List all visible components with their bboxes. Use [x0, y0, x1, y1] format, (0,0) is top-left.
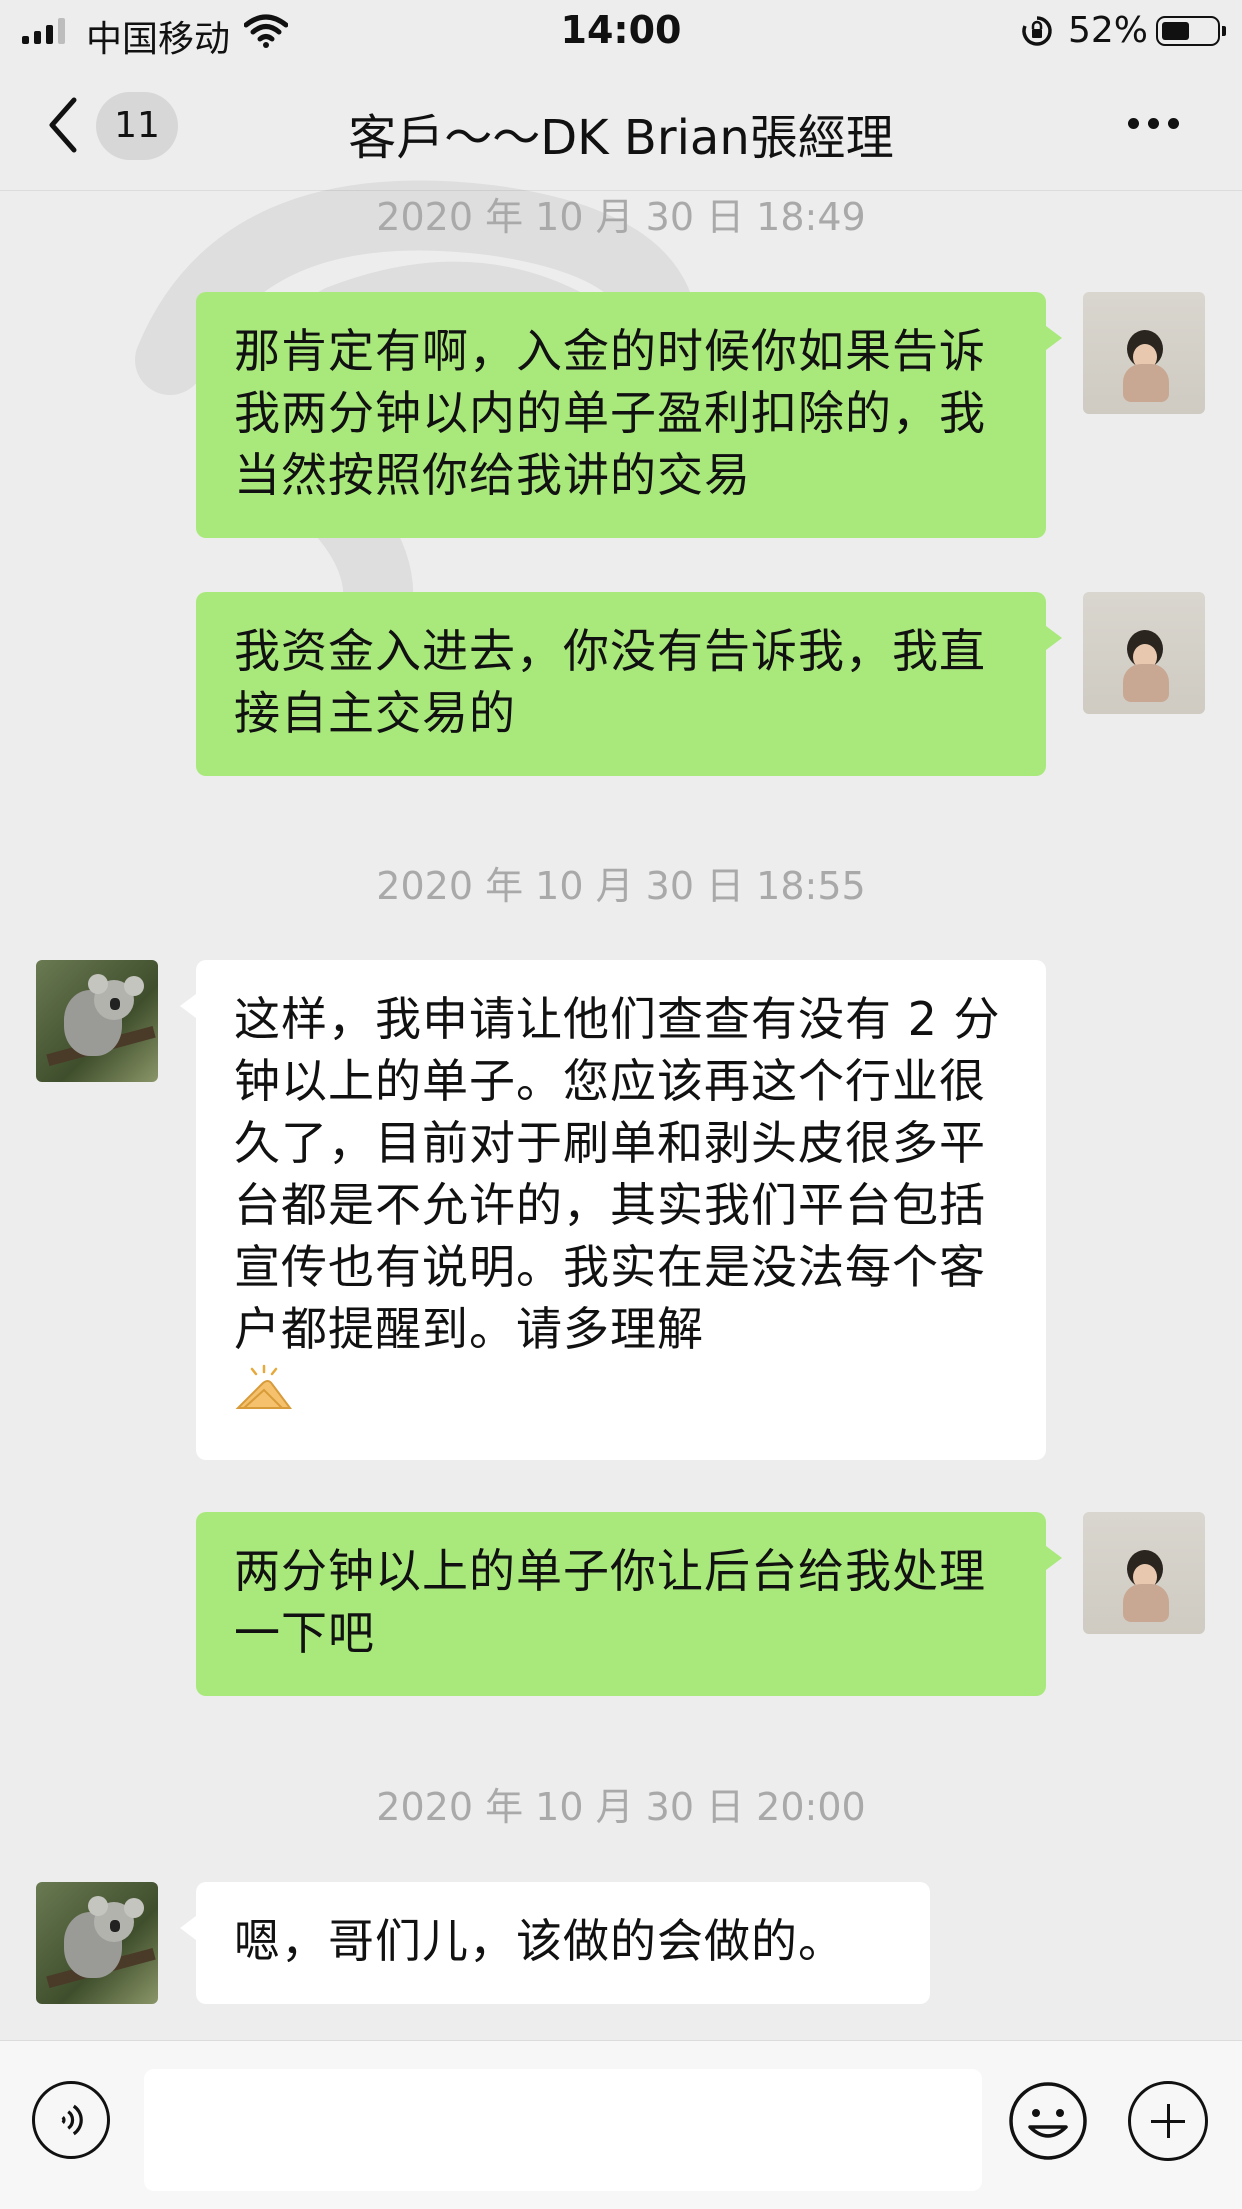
message-text: 这样，我申请让他们查查有没有 2 分钟以上的单子。您应该再这个行业很久了，目前对…: [234, 992, 1001, 1356]
add-attachment-icon[interactable]: [1128, 2081, 1208, 2161]
orientation-lock-icon: [1022, 16, 1052, 46]
message-timestamp: 2020 年 10 月 30 日 18:55: [376, 864, 866, 908]
message-timestamp: 2020 年 10 月 30 日 18:49: [376, 195, 866, 239]
sent-message-bubble[interactable]: 两分钟以上的单子你让后台给我处理一下吧: [196, 1512, 1062, 1696]
message-text: 那肯定有啊，入金的时候你如果告诉我两分钟以内的单子盈利扣除的，我当然按照你给我讲…: [234, 324, 986, 502]
received-message-bubble[interactable]: 嗯，哥们儿，该做的会做的。: [180, 1882, 930, 2004]
message-text: 嗯，哥们儿，该做的会做的。: [234, 1914, 845, 1968]
sent-message-bubble[interactable]: 我资金入进去，你没有告诉我，我直接自主交易的: [196, 592, 1062, 776]
chat-title: 客戶～～DK Brian張經理: [348, 110, 894, 166]
my-avatar[interactable]: [1083, 292, 1205, 414]
sent-message-bubble[interactable]: 那肯定有啊，入金的时候你如果告诉我两分钟以内的单子盈利扣除的，我当然按照你给我讲…: [196, 292, 1062, 538]
status-time: 14:00: [560, 8, 682, 52]
status-bar: 中国移动 14:00 52%: [0, 0, 1242, 62]
received-message-bubble[interactable]: 这样，我申请让他们查查有没有 2 分钟以上的单子。您应该再这个行业很久了，目前对…: [180, 960, 1046, 1460]
contact-avatar[interactable]: [36, 1882, 158, 2004]
message-timestamp: 2020 年 10 月 30 日 20:00: [376, 1785, 866, 1829]
more-options-icon[interactable]: [1128, 118, 1179, 129]
message-input[interactable]: [144, 2069, 982, 2191]
message-text: 我资金入进去，你没有告诉我，我直接自主交易的: [234, 624, 986, 740]
my-avatar[interactable]: [1083, 1512, 1205, 1634]
battery-icon: [1156, 16, 1226, 46]
emoji-icon[interactable]: [1008, 2081, 1088, 2161]
voice-input-icon[interactable]: [32, 2081, 110, 2159]
battery-percent: 52%: [1068, 10, 1149, 51]
chat-input-bar: [0, 2040, 1242, 2209]
my-avatar[interactable]: [1083, 592, 1205, 714]
contact-avatar[interactable]: [36, 960, 158, 1082]
message-text: 两分钟以上的单子你让后台给我处理一下吧: [234, 1544, 986, 1660]
praying-hands-icon: [235, 1364, 292, 1409]
